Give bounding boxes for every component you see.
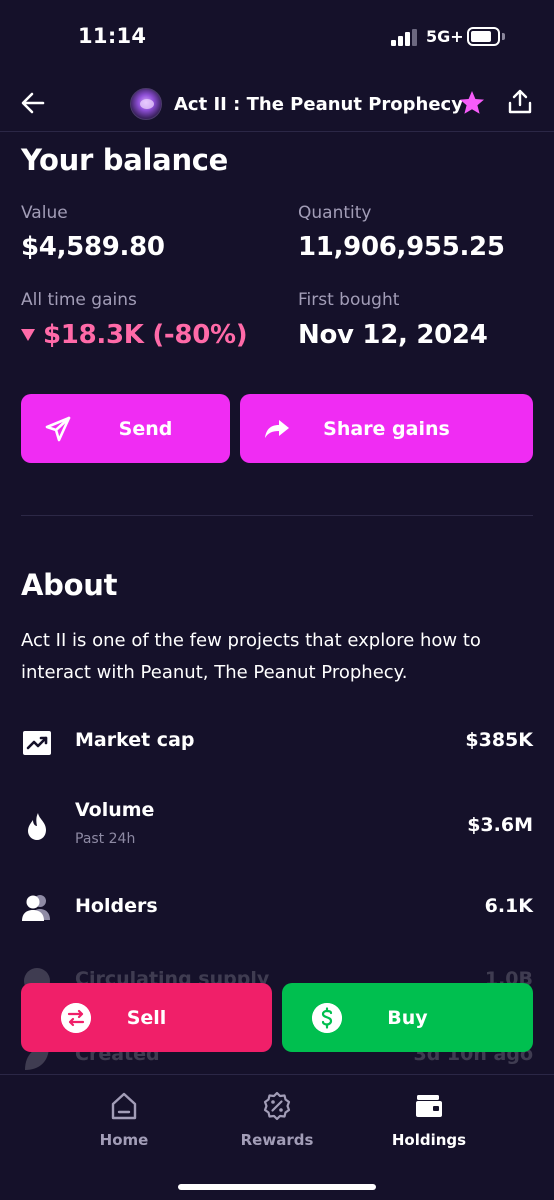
send-label: Send: [118, 417, 173, 440]
tab-rewards[interactable]: Rewards: [217, 1091, 337, 1151]
rewards-icon: [263, 1091, 291, 1121]
gains-amount: $18.3K (-80%): [43, 320, 248, 350]
buy-label: Buy: [387, 1006, 428, 1029]
share-arrow-icon: [265, 420, 289, 438]
tab-label: Rewards: [240, 1131, 314, 1149]
bottom-tab-bar: Home Rewards Holdings: [0, 1074, 554, 1200]
stat-label: Volume: [75, 799, 155, 821]
token-title: Act II : The Peanut Prophecy: [130, 87, 463, 121]
stat-row-market-cap: Market cap $385K: [21, 722, 533, 762]
balance-heading: Your balance: [21, 143, 229, 177]
stat-value: 6.1K: [484, 895, 533, 917]
network-type: 5G+: [426, 27, 464, 46]
tab-holdings[interactable]: Holdings: [369, 1091, 489, 1151]
share-upload-icon[interactable]: [507, 88, 533, 116]
stat-sublabel: Past 24h: [75, 831, 136, 847]
send-paper-plane-icon: [45, 416, 71, 442]
wallet-icon: [416, 1095, 442, 1117]
stat-row-holders: Holders 6.1K: [21, 887, 533, 927]
gains-label: All time gains: [21, 290, 137, 310]
dollar-icon: [312, 1003, 342, 1033]
tab-home[interactable]: Home: [64, 1091, 184, 1151]
about-heading: About: [21, 568, 118, 602]
flame-icon: [28, 813, 46, 840]
users-icon: [22, 895, 50, 921]
home-icon: [111, 1092, 137, 1120]
favorite-star-icon[interactable]: [458, 89, 486, 117]
first-bought-label: First bought: [298, 290, 400, 310]
first-bought-value: Nov 12, 2024: [298, 320, 488, 350]
stat-row-volume: Volume Past 24h $3.6M: [21, 795, 533, 855]
page-title: Act II : The Peanut Prophecy: [174, 93, 463, 115]
stat-value: $385K: [465, 729, 533, 751]
status-time: 11:14: [78, 24, 147, 48]
tab-label: Home: [99, 1131, 149, 1149]
stat-value: $3.6M: [467, 814, 533, 836]
share-gains-label: Share gains: [323, 417, 450, 440]
section-divider: [21, 515, 533, 516]
sell-label: Sell: [126, 1006, 167, 1029]
stat-label: Market cap: [75, 729, 195, 751]
home-indicator: [178, 1184, 376, 1190]
tab-label: Holdings: [391, 1131, 467, 1149]
stat-label: Holders: [75, 895, 158, 917]
about-description: Act II is one of the few projects that e…: [21, 630, 481, 683]
battery-icon: [467, 27, 500, 46]
gains-value: $18.3K (-80%): [21, 320, 248, 350]
battery-tip: [502, 33, 505, 40]
share-gains-button[interactable]: Share gains: [240, 394, 533, 463]
value-label: Value: [21, 203, 68, 223]
balance-value: $4,589.80: [21, 232, 165, 262]
send-button[interactable]: Send: [21, 394, 230, 463]
quantity-value: 11,906,955.25: [298, 232, 505, 262]
nav-header: Act II : The Peanut Prophecy: [0, 76, 554, 132]
buy-button[interactable]: Buy: [282, 983, 533, 1052]
chart-up-icon: [23, 731, 51, 755]
app-screen: 11:14 5G+ Act II : The Peanut Prophecy Y…: [0, 0, 554, 1200]
down-triangle-icon: [21, 329, 35, 341]
quantity-label: Quantity: [298, 203, 372, 223]
sell-button[interactable]: Sell: [21, 983, 272, 1052]
signal-icon: [391, 29, 417, 46]
token-avatar: [130, 88, 162, 120]
back-arrow-icon[interactable]: [18, 88, 48, 118]
status-bar: 11:14 5G+: [0, 0, 554, 76]
swap-icon: [61, 1003, 91, 1033]
